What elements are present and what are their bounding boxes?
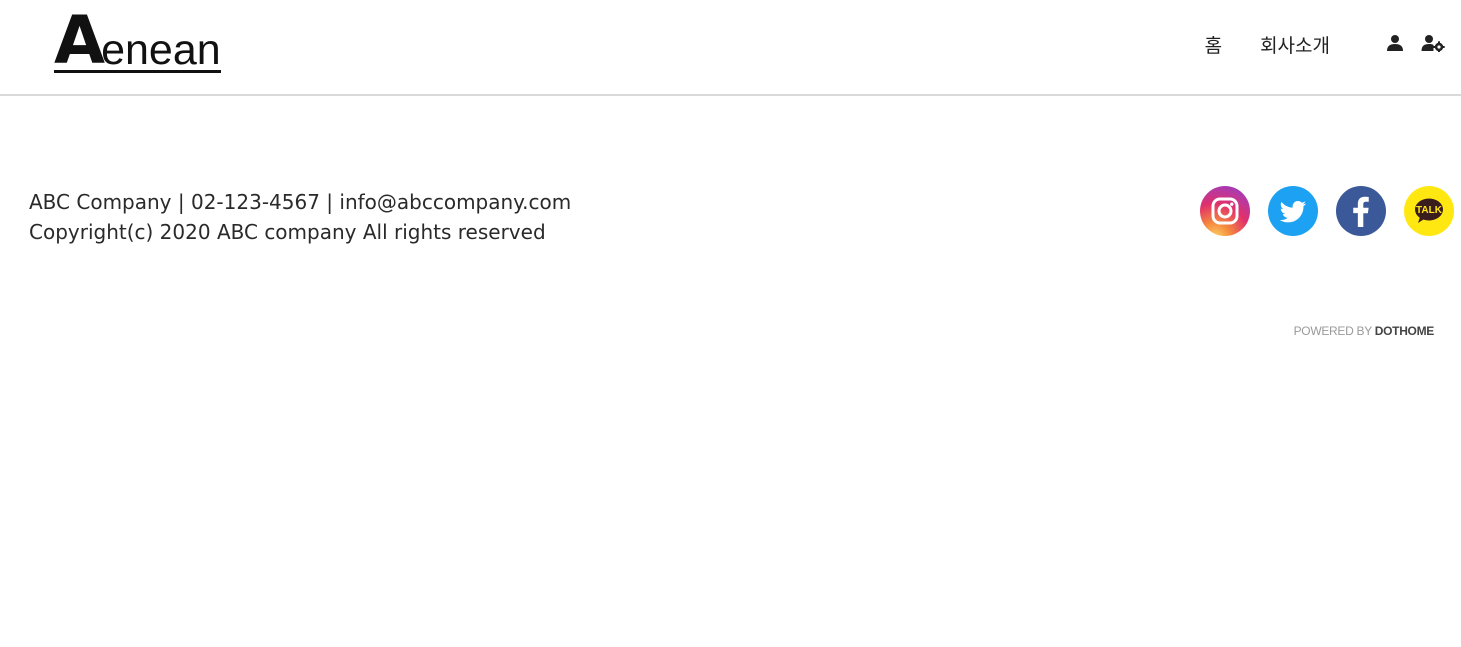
company-contact: ABC Company | 02-123-4567 | info@abccomp… [29,190,572,214]
main-nav: 홈 회사소개 [1205,31,1330,58]
instagram-icon[interactable] [1200,186,1250,236]
twitter-icon[interactable] [1268,186,1318,236]
nav-item-about[interactable]: 회사소개 [1260,31,1330,58]
copyright-text: Copyright(c) 2020 ABC company All rights… [29,220,546,244]
user-icon[interactable] [1386,34,1404,56]
facebook-icon[interactable] [1336,186,1386,236]
footer-info: ABC Company | 02-123-4567 | info@abccomp… [29,187,571,247]
kakaotalk-label: TALK [1416,205,1443,216]
powered-by-badge[interactable]: POWERED BY DOTHOME [1293,324,1435,338]
account-icons [1386,34,1445,56]
nav-item-home[interactable]: 홈 [1205,31,1222,58]
powered-by-label: POWERED BY [1293,324,1375,338]
kakaotalk-icon[interactable]: TALK [1404,186,1454,236]
site-logo[interactable]: A enean [54,2,221,79]
site-header: A enean 홈 회사소개 [0,0,1461,96]
user-settings-icon[interactable] [1421,34,1445,56]
logo-initial: A [54,2,105,79]
social-links: TALK [1200,186,1454,236]
powered-by-brand: DOTHOME [1374,324,1435,338]
logo-text: enean [101,26,221,74]
